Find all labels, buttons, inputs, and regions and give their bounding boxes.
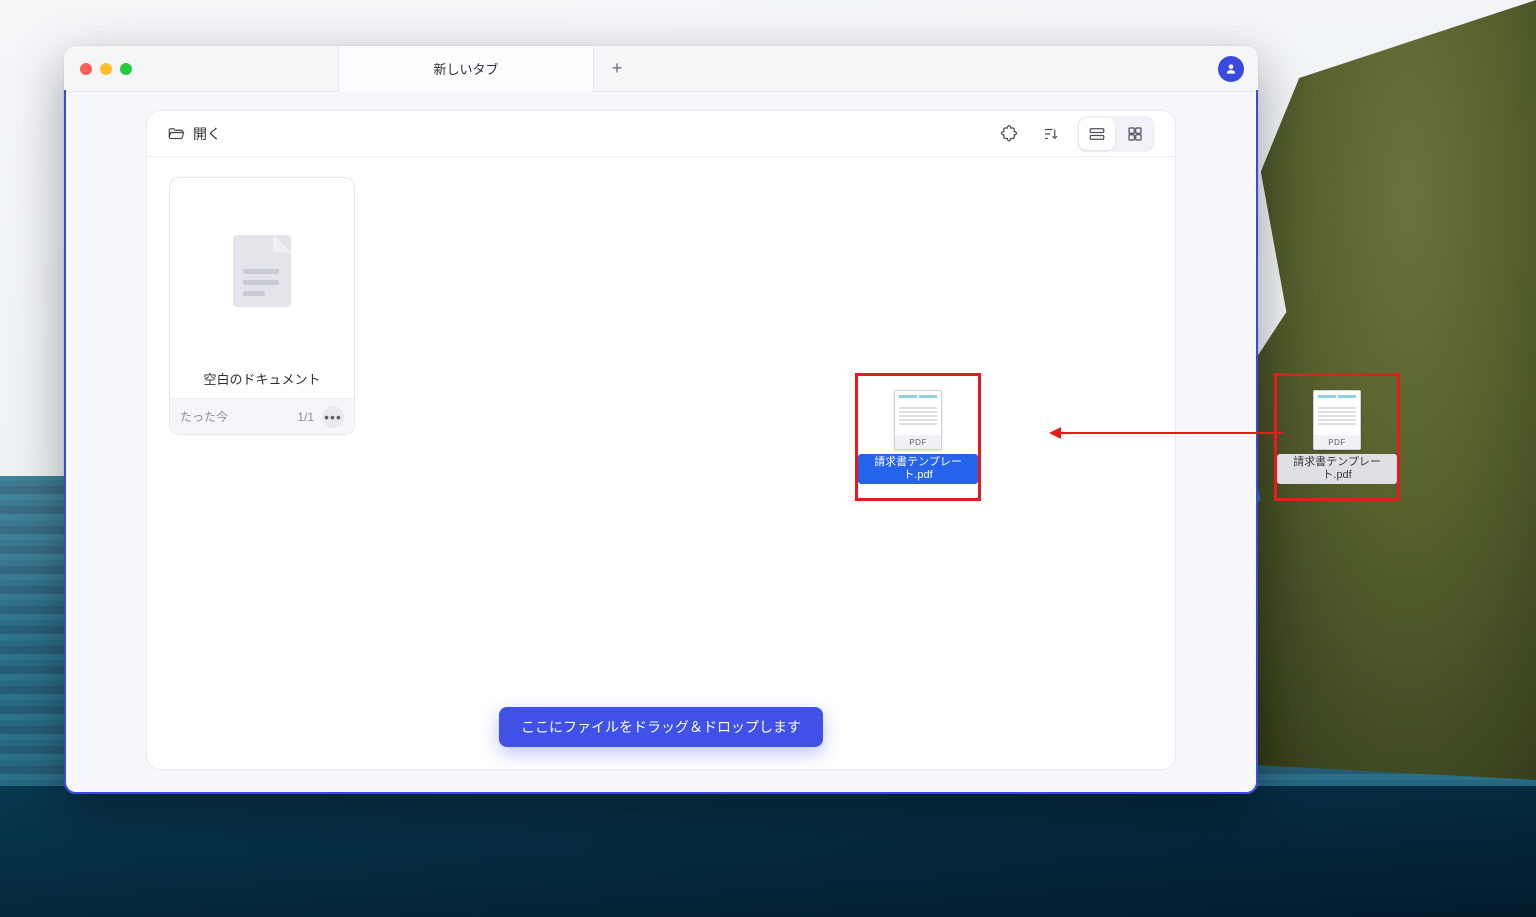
pdf-drag-ghost: PDF 請求書テンプレート.pdf <box>858 376 978 498</box>
start-panel: 開く <box>146 110 1176 770</box>
grid-icon <box>1126 125 1144 143</box>
drop-hint-toast: ここにファイルをドラッグ＆ドロップします <box>499 707 823 747</box>
view-toggle <box>1077 116 1155 152</box>
blank-document-icon <box>233 235 291 307</box>
app-window: 新しいタブ + 開く <box>64 46 1258 794</box>
pdf-thumb-icon: PDF <box>1313 390 1361 450</box>
extensions-button[interactable] <box>993 118 1025 150</box>
document-more-button[interactable]: ••• <box>322 406 344 428</box>
tab-title: 新しいタブ <box>433 59 498 78</box>
new-tab-button[interactable]: + <box>594 58 640 79</box>
panel-toolbar: 開く <box>147 111 1175 157</box>
sort-icon <box>1042 125 1060 143</box>
puzzle-icon <box>1000 125 1018 143</box>
window-controls <box>64 63 148 75</box>
browser-tab[interactable]: 新しいタブ <box>338 46 594 92</box>
close-window-button[interactable] <box>80 63 92 75</box>
pdf-badge: PDF <box>1314 435 1360 449</box>
folder-open-icon <box>167 125 185 143</box>
document-pages: 1/1 <box>297 410 314 424</box>
open-label: 開く <box>193 124 221 144</box>
sort-button[interactable] <box>1035 118 1067 150</box>
document-timestamp: たった今 <box>180 408 228 425</box>
annotation-drop-target: PDF 請求書テンプレート.pdf <box>855 373 981 501</box>
desktop-pdf-file[interactable]: PDF 請求書テンプレート.pdf <box>1277 376 1397 498</box>
list-icon <box>1088 125 1106 143</box>
grid-view-button[interactable] <box>1117 118 1153 150</box>
pdf-badge: PDF <box>895 435 941 449</box>
maximize-window-button[interactable] <box>120 63 132 75</box>
list-view-button[interactable] <box>1079 118 1115 150</box>
document-footer: たった今 1/1 ••• <box>170 398 354 434</box>
open-button[interactable]: 開く <box>167 124 221 144</box>
annotation-source-file: PDF 請求書テンプレート.pdf <box>1274 373 1400 501</box>
document-preview <box>170 178 354 363</box>
pdf-thumb-icon: PDF <box>894 390 942 450</box>
account-button[interactable] <box>1218 56 1244 82</box>
titlebar: 新しいタブ + <box>64 46 1258 92</box>
minimize-window-button[interactable] <box>100 63 112 75</box>
annotation-arrow <box>1049 427 1283 439</box>
desktop-wallpaper: 新しいタブ + 開く <box>0 0 1536 917</box>
document-name: 空白のドキュメント <box>170 363 354 398</box>
pdf-drag-filename: 請求書テンプレート.pdf <box>858 454 978 484</box>
window-body: 開く <box>64 92 1258 794</box>
document-card[interactable]: 空白のドキュメント たった今 1/1 ••• <box>169 177 355 435</box>
desktop-pdf-filename: 請求書テンプレート.pdf <box>1277 454 1397 484</box>
user-icon <box>1224 62 1238 76</box>
